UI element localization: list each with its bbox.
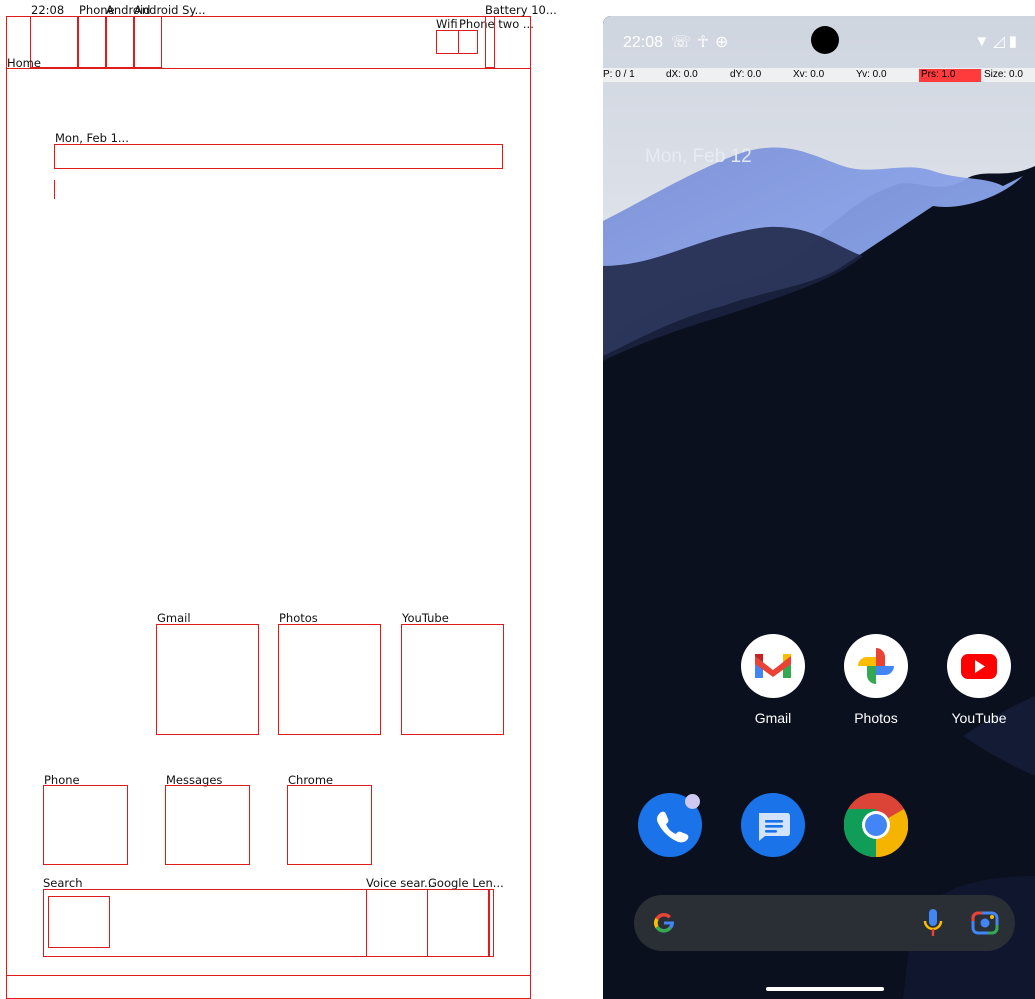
overlay-photos-label: Photos	[279, 611, 318, 625]
accessibility-icon: ☥	[697, 34, 715, 51]
app-messages[interactable]	[728, 793, 818, 857]
battery-icon: ▮	[1008, 33, 1021, 50]
wifi-icon: ▼	[974, 33, 994, 50]
overlay-youtube-box[interactable]	[401, 624, 504, 735]
overlay-youtube-label: YouTube	[402, 611, 449, 625]
android-system-icon: ⊕	[714, 34, 735, 51]
search-bar[interactable]	[634, 895, 1015, 951]
pointer-prs: Prs: 1.0	[919, 69, 981, 82]
gesture-nav-handle[interactable]	[766, 987, 884, 991]
missed-call-icon: ☏	[671, 34, 698, 51]
google-g-icon	[654, 913, 675, 933]
overlay-lens-box[interactable]	[427, 889, 489, 957]
messages-icon	[741, 793, 805, 857]
overlay-search-g-box	[48, 896, 110, 948]
overlay-lens-label: Google Len...	[428, 876, 504, 890]
photos-icon	[844, 634, 908, 698]
overlay-battery-box	[485, 16, 495, 68]
lens-icon[interactable]	[970, 909, 1000, 937]
overlay-wifi-label: Wifi	[436, 17, 458, 31]
overlay-time-label: 22:08	[31, 3, 65, 17]
overlay-small-marker	[54, 180, 55, 199]
overlay-signal-box	[458, 30, 478, 54]
overlay-bottom-divider	[6, 975, 531, 976]
overlay-wifi-box	[436, 30, 459, 54]
notification-dot	[685, 794, 700, 809]
overlay-date-box	[54, 144, 503, 169]
pointer-dy: dY: 0.0	[730, 69, 762, 80]
overlay-voice-box[interactable]	[366, 889, 428, 957]
pointer-dx: dX: 0.0	[666, 69, 698, 80]
home-date[interactable]: Mon, Feb 12	[645, 146, 752, 168]
camera-cutout	[811, 26, 839, 54]
overlay-voice-label: Voice sear...	[366, 876, 436, 890]
phone-icon	[638, 793, 702, 857]
overlay-statusbar-divider	[6, 68, 531, 69]
app-gmail[interactable]: Gmail	[728, 634, 818, 726]
overlay-photos-box[interactable]	[278, 624, 381, 735]
overlay-gmail-label: Gmail	[157, 611, 191, 625]
app-chrome[interactable]	[831, 792, 921, 858]
overlay-date-label: Mon, Feb 1...	[55, 131, 129, 145]
gmail-label: Gmail	[754, 710, 792, 726]
chrome-icon	[843, 792, 909, 858]
overlay-battery-label: Battery 10...	[485, 3, 557, 17]
overlay-phone-two-label: Phone two ...	[459, 17, 534, 31]
overlay-search-label: Search	[43, 876, 83, 890]
overlay-android2-label: Android Sy...	[134, 3, 206, 17]
app-phone[interactable]	[625, 793, 715, 857]
status-right-icons: ▼◿▮	[974, 32, 1021, 50]
status-bar: 22:08 ☏☥⊕ ▼◿▮	[603, 16, 1035, 68]
overlay-search-end-marker	[489, 889, 494, 957]
pointer-size: Size: 0.0	[984, 69, 1023, 80]
overlay-chrome-box[interactable]	[287, 785, 372, 865]
signal-icon: ◿	[993, 33, 1009, 50]
pointer-yv: Yv: 0.0	[856, 69, 887, 80]
photos-label: Photos	[854, 710, 898, 726]
youtube-icon	[947, 634, 1011, 698]
status-left-icons: ☏☥⊕	[671, 32, 734, 52]
layout-overlay: 22:08 Phone Android Android Sy... Batter…	[0, 0, 557, 999]
mic-icon[interactable]	[922, 907, 944, 939]
overlay-phone-box[interactable]	[43, 785, 128, 865]
app-youtube[interactable]: YouTube	[934, 634, 1024, 726]
phone-screen: 22:08 ☏☥⊕ ▼◿▮ P: 0 / 1 dX: 0.0 dY: 0.0 X…	[603, 16, 1035, 999]
overlay-icon1-box	[78, 16, 106, 68]
overlay-messages-box[interactable]	[165, 785, 250, 865]
pointer-p: P: 0 / 1	[603, 69, 635, 80]
overlay-gmail-box[interactable]	[156, 624, 259, 735]
pointer-xv: Xv: 0.0	[793, 69, 825, 80]
gmail-icon	[741, 634, 805, 698]
youtube-label: YouTube	[951, 710, 1007, 726]
overlay-icon3-box	[134, 16, 162, 68]
overlay-icon2-box	[106, 16, 134, 68]
status-time: 22:08	[623, 34, 664, 51]
pointer-location-bar: P: 0 / 1 dX: 0.0 dY: 0.0 Xv: 0.0 Yv: 0.0…	[603, 68, 1035, 82]
app-photos[interactable]: Photos	[831, 634, 921, 726]
overlay-home-label: Home	[7, 56, 41, 70]
